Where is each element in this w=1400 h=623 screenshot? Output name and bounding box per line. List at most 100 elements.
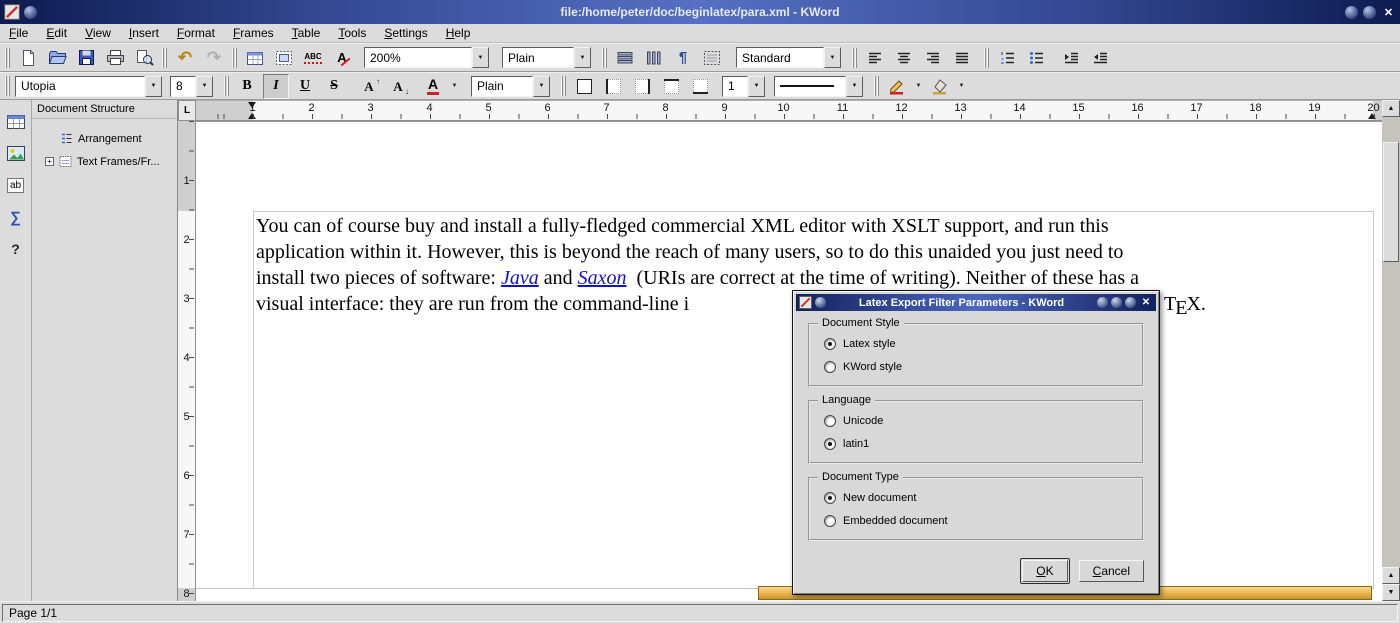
autocorrect-button[interactable]: A	[329, 45, 355, 70]
style-dropdown-button[interactable]: ▼	[533, 76, 550, 97]
radio-kword-style[interactable]: KWord style	[810, 355, 1142, 378]
scroll-down-button[interactable]: ▼	[1382, 584, 1400, 601]
dialog-maximize-button[interactable]	[1125, 297, 1136, 308]
menubar-item[interactable]: Settings	[375, 24, 436, 42]
paragraph-marks-button[interactable]: ¶	[670, 45, 696, 70]
radio-new-document[interactable]: New document	[810, 486, 1142, 509]
open-document-button[interactable]	[44, 45, 70, 70]
font-size-value[interactable]: 8	[170, 76, 196, 97]
dialog-minimize-button[interactable]	[1111, 297, 1122, 308]
dialog-titlebar[interactable]: Latex Export Filter Parameters - KWord ✕	[796, 294, 1156, 311]
cancel-button[interactable]: Cancel	[1079, 560, 1144, 582]
tree-item-text-frames[interactable]: + Text Frames/Fr...	[34, 150, 175, 173]
menubar-item[interactable]: Table	[283, 24, 330, 42]
toolbar-handle[interactable]	[602, 48, 607, 68]
toolbar-handle[interactable]	[232, 48, 237, 68]
menubar-item[interactable]: Edit	[37, 24, 76, 42]
insert-table-tool-button[interactable]	[3, 109, 28, 133]
tab-selector-button[interactable]: L	[178, 100, 196, 121]
scrollbar-track[interactable]	[1382, 117, 1400, 567]
paragraph-style-value[interactable]: Plain	[502, 47, 574, 68]
toolbar-handle[interactable]	[162, 48, 167, 68]
insert-text-frame-tool-button[interactable]: ab	[3, 173, 28, 197]
tree-item-arrangement[interactable]: Arrangement	[34, 127, 175, 150]
paragraph-style-dropdown-button[interactable]: ▼	[574, 47, 591, 68]
align-justify-button[interactable]	[949, 45, 975, 70]
border-right-button[interactable]	[629, 74, 655, 99]
frame-style-dropdown-button[interactable]: ▼	[824, 47, 841, 68]
scroll-up-button[interactable]: ▲	[1382, 100, 1400, 117]
font-dropdown-button[interactable]: ▼	[145, 76, 162, 97]
zoom-value[interactable]: 200%	[364, 47, 472, 68]
toolbar-handle[interactable]	[5, 48, 10, 68]
decrease-indent-button[interactable]	[1087, 45, 1113, 70]
scroll-up-button-bottom[interactable]: ▲	[1382, 567, 1400, 584]
save-button[interactable]	[73, 45, 99, 70]
java-link[interactable]: Java	[501, 267, 539, 289]
border-left-button[interactable]	[600, 74, 626, 99]
dialog-close-icon[interactable]: ✕	[1139, 297, 1153, 308]
toolbar-handle[interactable]	[5, 76, 10, 96]
align-left-button[interactable]	[862, 45, 888, 70]
new-document-button[interactable]	[15, 45, 41, 70]
undo-button[interactable]: ↶	[172, 45, 198, 70]
radio-latin1[interactable]: latin1	[810, 432, 1142, 455]
toolbar-handle[interactable]	[984, 48, 989, 68]
menubar-item[interactable]: Help	[437, 24, 480, 42]
zoom-dropdown-button[interactable]: ▼	[472, 47, 489, 68]
border-outline-button[interactable]	[571, 74, 597, 99]
toolbar-handle[interactable]	[561, 76, 566, 96]
print-preview-button[interactable]	[131, 45, 157, 70]
menubar-item[interactable]: File	[0, 24, 37, 42]
menubar-item[interactable]: Frames	[224, 24, 283, 42]
window-menu-button[interactable]	[24, 6, 37, 19]
background-color-button[interactable]	[927, 74, 953, 99]
maximize-button[interactable]	[1363, 6, 1376, 19]
minimize-button[interactable]	[1345, 6, 1358, 19]
spellcheck-button[interactable]: ABC	[300, 45, 326, 70]
decrease-font-size-button[interactable]: A↓	[385, 74, 411, 99]
border-style-value[interactable]	[774, 76, 846, 97]
bulleted-list-button[interactable]	[1023, 45, 1049, 70]
align-center-button[interactable]	[891, 45, 917, 70]
border-width-dropdown-button[interactable]: ▼	[748, 76, 765, 97]
horizontal-ruler[interactable]: 1234567891011121314151617181920	[196, 100, 1382, 121]
kword-app-icon[interactable]	[4, 4, 20, 20]
frame-style-value[interactable]: Standard	[736, 47, 824, 68]
dialog-help-button[interactable]	[1097, 297, 1108, 308]
border-style-dropdown-button[interactable]: ▼	[846, 76, 863, 97]
window-titlebar[interactable]: file:/home/peter/doc/beginlatex/para.xml…	[0, 0, 1400, 24]
insert-frame-button[interactable]	[271, 45, 297, 70]
increase-indent-button[interactable]	[1058, 45, 1084, 70]
dialog-menu-button[interactable]	[815, 297, 826, 308]
bold-button[interactable]: B	[234, 74, 260, 99]
toolbar-handle[interactable]	[224, 76, 229, 96]
background-color-dropdown-button[interactable]: ▼	[956, 74, 967, 99]
radio-embedded-document[interactable]: Embedded document	[810, 509, 1142, 532]
expand-icon[interactable]: +	[45, 157, 54, 166]
pen-color-dropdown-button[interactable]: ▼	[913, 74, 924, 99]
menubar-item[interactable]: Insert	[120, 24, 168, 42]
radio-latex-style[interactable]: Latex style	[810, 332, 1142, 355]
vertical-ruler[interactable]: 12345678	[178, 121, 196, 601]
toolbar-handle[interactable]	[852, 48, 857, 68]
table-columns-button[interactable]	[641, 45, 667, 70]
print-button[interactable]	[102, 45, 128, 70]
frame-borders-button[interactable]	[699, 45, 725, 70]
increase-font-size-button[interactable]: A↑	[356, 74, 382, 99]
numbered-list-button[interactable]	[994, 45, 1020, 70]
italic-button[interactable]: I	[263, 74, 289, 99]
menubar-item[interactable]: Format	[168, 24, 224, 42]
vertical-scrollbar[interactable]: ▲ ▲ ▼	[1382, 100, 1400, 601]
insert-object-tool-button[interactable]: ?	[3, 237, 28, 261]
table-rows-button[interactable]	[612, 45, 638, 70]
font-color-button[interactable]: A	[420, 74, 446, 99]
close-icon[interactable]: ✕	[1381, 6, 1396, 19]
redo-button[interactable]: ↷	[201, 45, 227, 70]
font-color-dropdown-button[interactable]: ▼	[449, 74, 460, 99]
border-top-button[interactable]	[658, 74, 684, 99]
left-margin-marker[interactable]	[248, 109, 256, 119]
border-width-value[interactable]: 1	[722, 76, 748, 97]
border-bottom-button[interactable]	[687, 74, 713, 99]
align-right-button[interactable]	[920, 45, 946, 70]
